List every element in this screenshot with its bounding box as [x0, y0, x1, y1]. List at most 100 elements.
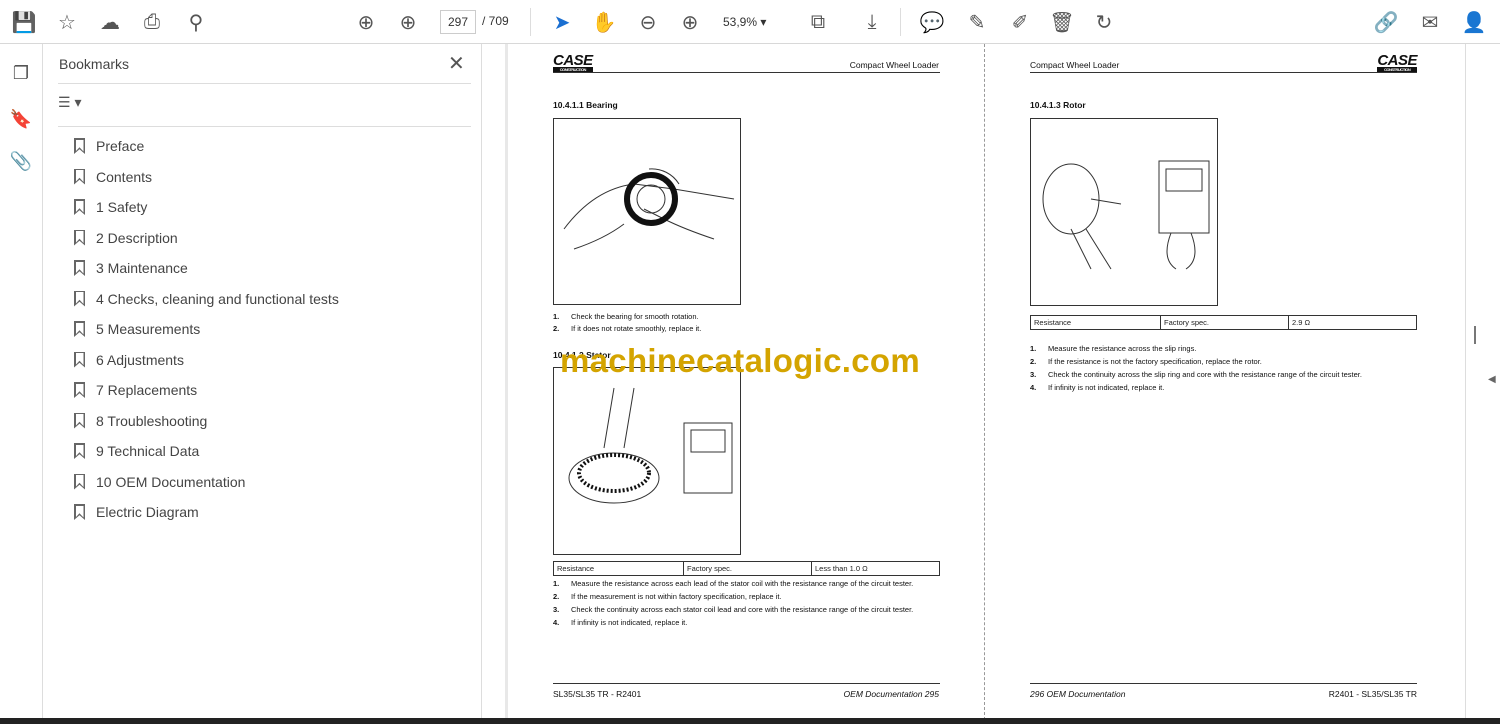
bookmark-options-button[interactable]: ☰ ▾ — [58, 94, 94, 114]
bookmark-icon — [74, 290, 85, 307]
section-heading: 10.4.1.3 Rotor — [1030, 100, 1086, 110]
zoom-select[interactable]: 53,9% ▾ — [723, 10, 781, 34]
page-header: Compact Wheel Loader — [1030, 60, 1120, 70]
divider — [58, 126, 471, 127]
bookmark-star-icon[interactable]: ☆ — [53, 8, 81, 36]
page-footer-left: SL35/SL35 TR - R2401 — [553, 689, 642, 699]
scroll-thumb[interactable] — [1474, 326, 1476, 344]
scroll-mode-icon[interactable]: ⤓ — [858, 8, 886, 36]
page-footer-left: 296 OEM Documentation — [1030, 689, 1126, 699]
divider — [1030, 72, 1417, 73]
bookmark-icon — [74, 382, 85, 398]
bookmark-item[interactable]: 4 Checks, cleaning and functional tests — [74, 287, 339, 311]
bookmarks-panel: Bookmarks ✕ ☰ ▾ Preface Contents 1 Safety 2… — [44, 44, 482, 724]
page-296: Compact Wheel Loader CASE CONSTRUCTION 10… — [986, 44, 1463, 720]
watermark: machinecatalogic.com — [560, 342, 920, 379]
save-icon[interactable]: 💾 — [10, 8, 38, 36]
bookmark-item[interactable]: Preface — [74, 134, 144, 158]
divider — [553, 72, 940, 73]
spec-cell: Less than 1.0 Ω — [815, 564, 868, 573]
highlight-pen-icon[interactable]: ✎ — [963, 8, 991, 36]
bookmark-label: Contents — [96, 168, 153, 185]
instruction-step: 1. Measure the resistance across the slip… — [1030, 344, 1197, 353]
instruction-step: 3. Check the continuity across each stato… — [553, 605, 914, 614]
rotor-illustration — [1030, 118, 1218, 306]
previous-page-icon[interactable]: ⊕ — [352, 8, 380, 36]
spec-cell: Factory spec. — [1161, 316, 1289, 329]
expand-right-panel-icon[interactable]: ◀ — [1488, 374, 1496, 385]
bookmark-icon — [74, 473, 85, 490]
spec-cell: Resistance — [554, 562, 684, 575]
page-divider — [984, 44, 985, 720]
bookmark-label: 5 Measurements — [96, 321, 201, 337]
upload-cloud-icon[interactable]: ☁ — [96, 8, 124, 36]
page-number-input[interactable]: 297 — [440, 10, 476, 34]
bookmark-icon — [74, 412, 85, 429]
print-icon[interactable]: ⎙ — [138, 8, 166, 36]
scrollbar[interactable]: ◀ — [1465, 44, 1500, 724]
case-logo: CASE CONSTRUCTION — [1377, 52, 1417, 72]
bookmark-label: 2 Description — [96, 229, 178, 246]
bookmark-icon — [74, 229, 85, 246]
bookmark-item[interactable]: Electric Diagram — [74, 500, 199, 524]
bookmark-label: Electric Diagram — [96, 504, 199, 520]
comment-icon[interactable]: 💬 — [918, 8, 946, 36]
bookmarks-icon[interactable]: 🔖 — [8, 106, 34, 132]
zoom-out-icon[interactable]: ⊖ — [634, 8, 662, 36]
document-view: CASE CONSTRUCTION Compact Wheel Loader 10… — [483, 44, 1465, 724]
bookmark-icon — [74, 260, 85, 276]
bookmark-label: 10 OEM Documentation — [96, 473, 246, 490]
divider — [530, 8, 531, 36]
bookmark-icon — [74, 168, 85, 185]
bookmark-label: 4 Checks, cleaning and functional tests — [96, 290, 339, 307]
instruction-step: 1. Measure the resistance across each lea… — [553, 579, 914, 588]
email-icon[interactable]: ✉ — [1416, 8, 1444, 36]
bookmark-label: 1 Safety — [96, 199, 148, 215]
instruction-step: 4. If infinity is not indicated, replace … — [553, 618, 688, 627]
spec-table: Resistance Factory spec. 2.9 Ω — [1030, 315, 1417, 330]
bookmark-item[interactable]: 5 Measurements — [74, 317, 200, 341]
share-link-icon[interactable]: 🔗 — [1372, 8, 1400, 36]
divider — [1030, 683, 1417, 684]
page-footer-right: R2401 - SL35/SL35 TR — [1328, 689, 1417, 699]
case-logo: CASE CONSTRUCTION — [553, 52, 593, 72]
bookmark-icon — [74, 199, 85, 215]
bookmark-item[interactable]: 2 Description — [74, 226, 178, 250]
account-icon[interactable]: 👤 — [1460, 8, 1488, 36]
bookmark-item[interactable]: 6 Adjustments — [74, 348, 184, 372]
stator-illustration — [553, 367, 741, 555]
bookmark-icon — [74, 504, 85, 520]
select-cursor-icon[interactable]: ➤ — [548, 8, 576, 36]
close-icon[interactable]: ✕ — [448, 51, 465, 76]
page-footer-right: OEM Documentation 295 — [843, 689, 939, 699]
bookmark-item[interactable]: 3 Maintenance — [74, 256, 188, 280]
zoom-value: 53,9% — [723, 15, 758, 29]
pages-icon[interactable]: ❐ — [8, 60, 34, 86]
bookmark-item[interactable]: 10 OEM Documentation — [74, 470, 245, 494]
bookmark-icon — [74, 138, 85, 154]
bookmark-item[interactable]: 9 Technical Data — [74, 439, 199, 463]
instruction-step: 2. If it does not rotate smoothly, replac… — [553, 324, 702, 333]
attachment-icon[interactable]: 📎 — [8, 148, 34, 174]
page-295: CASE CONSTRUCTION Compact Wheel Loader 10… — [508, 44, 984, 720]
panel-title: Bookmarks — [59, 56, 130, 72]
spec-table: Resistance Factory spec. Less than 1.0 Ω — [553, 561, 940, 576]
page-fit-icon[interactable]: ⧉ — [804, 8, 832, 36]
bookmark-item[interactable]: 1 Safety — [74, 195, 147, 219]
instruction-step: 1. Check the bearing for smooth rotation. — [553, 312, 699, 321]
redo-icon[interactable]: ↻ — [1090, 8, 1118, 36]
side-rail: ❐ 🔖 📎 — [0, 44, 43, 724]
spec-cell: 2.9 Ω — [1292, 318, 1311, 327]
next-page-icon[interactable]: ⊕ — [394, 8, 422, 36]
zoom-in-icon[interactable]: ⊕ — [676, 8, 704, 36]
zoom-out-search-icon[interactable]: ⚲ — [182, 8, 210, 36]
draw-icon[interactable]: ✐ — [1006, 8, 1034, 36]
bookmark-label: 7 Replacements — [96, 382, 198, 398]
bookmark-item[interactable]: 7 Replacements — [74, 378, 197, 402]
page-header: Compact Wheel Loader — [849, 60, 939, 70]
hand-tool-icon[interactable]: ✋ — [590, 8, 618, 36]
spec-cell: Factory spec. — [684, 562, 812, 575]
bookmark-item[interactable]: 8 Troubleshooting — [74, 409, 207, 433]
delete-icon[interactable]: 🗑 — [1048, 8, 1076, 36]
bookmark-item[interactable]: Contents — [74, 165, 152, 189]
